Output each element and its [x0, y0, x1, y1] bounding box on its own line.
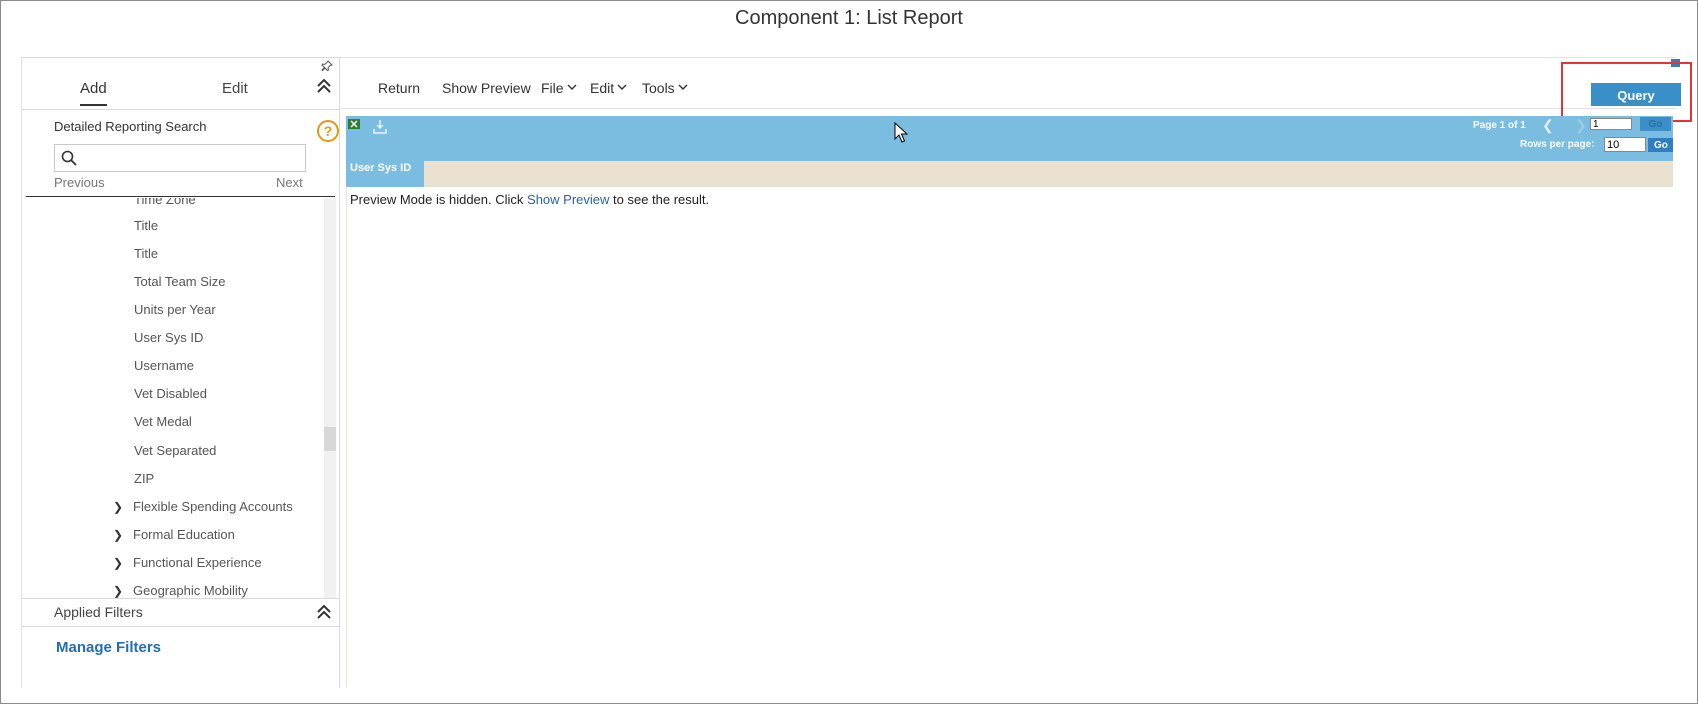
tree-item[interactable]: Title [134, 246, 158, 261]
tree-item[interactable]: Units per Year [134, 302, 216, 317]
tree-group-label: Flexible Spending Accounts [133, 499, 293, 514]
grid-header: Page 1 of 1 ❮ ❯ Go Rows per page: Go [346, 116, 1673, 161]
tab-add[interactable]: Add [80, 80, 107, 106]
page-info: Page 1 of 1 [1473, 120, 1526, 131]
grid-border [346, 187, 347, 687]
chevron-down-icon [617, 84, 627, 90]
show-preview-button[interactable]: Show Preview [442, 80, 531, 96]
tools-menu-label: Tools [642, 80, 675, 96]
tree-item[interactable]: Vet Medal [134, 414, 192, 429]
chevron-right-icon[interactable]: ❯ [113, 584, 123, 598]
chevron-down-icon [567, 84, 577, 90]
field-tree: Time Zone Title Title Total Team Size Un… [22, 198, 322, 598]
chevron-right-icon[interactable]: ❯ [113, 556, 123, 570]
file-menu-label: File [541, 80, 564, 96]
tree-item[interactable]: Vet Disabled [134, 386, 207, 401]
help-icon[interactable]: ? [317, 120, 339, 142]
query-saved-button[interactable]: Query Saved [1591, 83, 1681, 126]
download-icon[interactable] [372, 119, 388, 135]
search-title: Detailed Reporting Search [54, 119, 207, 134]
panel-tabs: Add Edit [22, 58, 339, 110]
page-title: Component 1: List Report [735, 7, 963, 29]
chevron-down-icon [678, 84, 688, 90]
column-header[interactable]: User Sys ID [346, 161, 424, 187]
tree-item[interactable]: User Sys ID [134, 330, 203, 345]
tree-group[interactable]: ❯ Geographic Mobility [113, 583, 248, 598]
previous-page-icon[interactable]: ❮ [1542, 117, 1554, 134]
collapse-up-icon[interactable] [315, 603, 333, 621]
tree-group-label: Functional Experience [133, 555, 262, 570]
search-divider [26, 196, 335, 197]
edit-menu-label: Edit [590, 80, 615, 96]
search-icon [61, 150, 77, 166]
left-panel: Add Edit Detailed Reporting Search ? Pre… [21, 57, 340, 688]
search-input[interactable] [83, 147, 305, 171]
tree-group[interactable]: ❯ Functional Experience [113, 555, 262, 570]
edit-menu[interactable]: Edit [590, 80, 627, 96]
mouse-cursor-icon [894, 122, 908, 143]
toolbar-bottom-border [339, 108, 1677, 109]
status-indicator [1671, 59, 1680, 67]
tab-edit[interactable]: Edit [222, 80, 248, 97]
applied-filters-title: Applied Filters [54, 604, 143, 620]
tree-item[interactable]: Vet Separated [134, 443, 216, 458]
preview-message-suffix: to see the result. [609, 192, 710, 207]
search-box [54, 144, 306, 172]
toolbar-top-border [339, 57, 1677, 58]
excel-export-icon[interactable] [348, 119, 360, 129]
tree-group[interactable]: ❯ Formal Education [113, 527, 235, 542]
rows-per-page-input[interactable] [1604, 137, 1646, 152]
tree-item[interactable]: Username [134, 358, 194, 373]
tree-item[interactable]: Time Zone [134, 198, 196, 207]
rows-per-page-label: Rows per page: [1520, 139, 1595, 150]
previous-link[interactable]: Previous [54, 175, 105, 190]
page-number-input[interactable] [1590, 118, 1632, 130]
file-menu[interactable]: File [541, 80, 577, 96]
scrollbar-thumb[interactable] [324, 427, 336, 451]
tree-item[interactable]: Title [134, 218, 158, 233]
tools-menu[interactable]: Tools [642, 80, 688, 96]
tree-scrollbar[interactable] [324, 198, 336, 598]
chevron-right-icon[interactable]: ❯ [113, 500, 123, 514]
chevron-right-icon[interactable]: ❯ [113, 528, 123, 542]
tree-group[interactable]: ❯ Flexible Spending Accounts [113, 499, 293, 514]
collapse-up-icon[interactable] [315, 77, 333, 95]
next-link[interactable]: Next [276, 175, 303, 190]
tree-group-label: Formal Education [133, 527, 235, 542]
preview-message: Preview Mode is hidden. Click Show Previ… [350, 192, 709, 207]
show-preview-link[interactable]: Show Preview [527, 192, 609, 207]
preview-message-prefix: Preview Mode is hidden. Click [350, 192, 528, 207]
tree-group-label: Geographic Mobility [133, 583, 248, 598]
return-button[interactable]: Return [378, 80, 420, 96]
applied-filters-bar[interactable]: Applied Filters [22, 598, 339, 627]
tree-item[interactable]: Total Team Size [134, 274, 226, 289]
column-header-row: User Sys ID [346, 161, 1673, 187]
go-rows-button[interactable]: Go [1648, 138, 1673, 152]
manage-filters-link[interactable]: Manage Filters [56, 639, 161, 656]
next-page-icon[interactable]: ❯ [1575, 117, 1587, 134]
go-page-button[interactable]: Go [1640, 117, 1671, 131]
tree-item[interactable]: ZIP [134, 471, 154, 486]
pin-icon[interactable] [321, 60, 333, 72]
